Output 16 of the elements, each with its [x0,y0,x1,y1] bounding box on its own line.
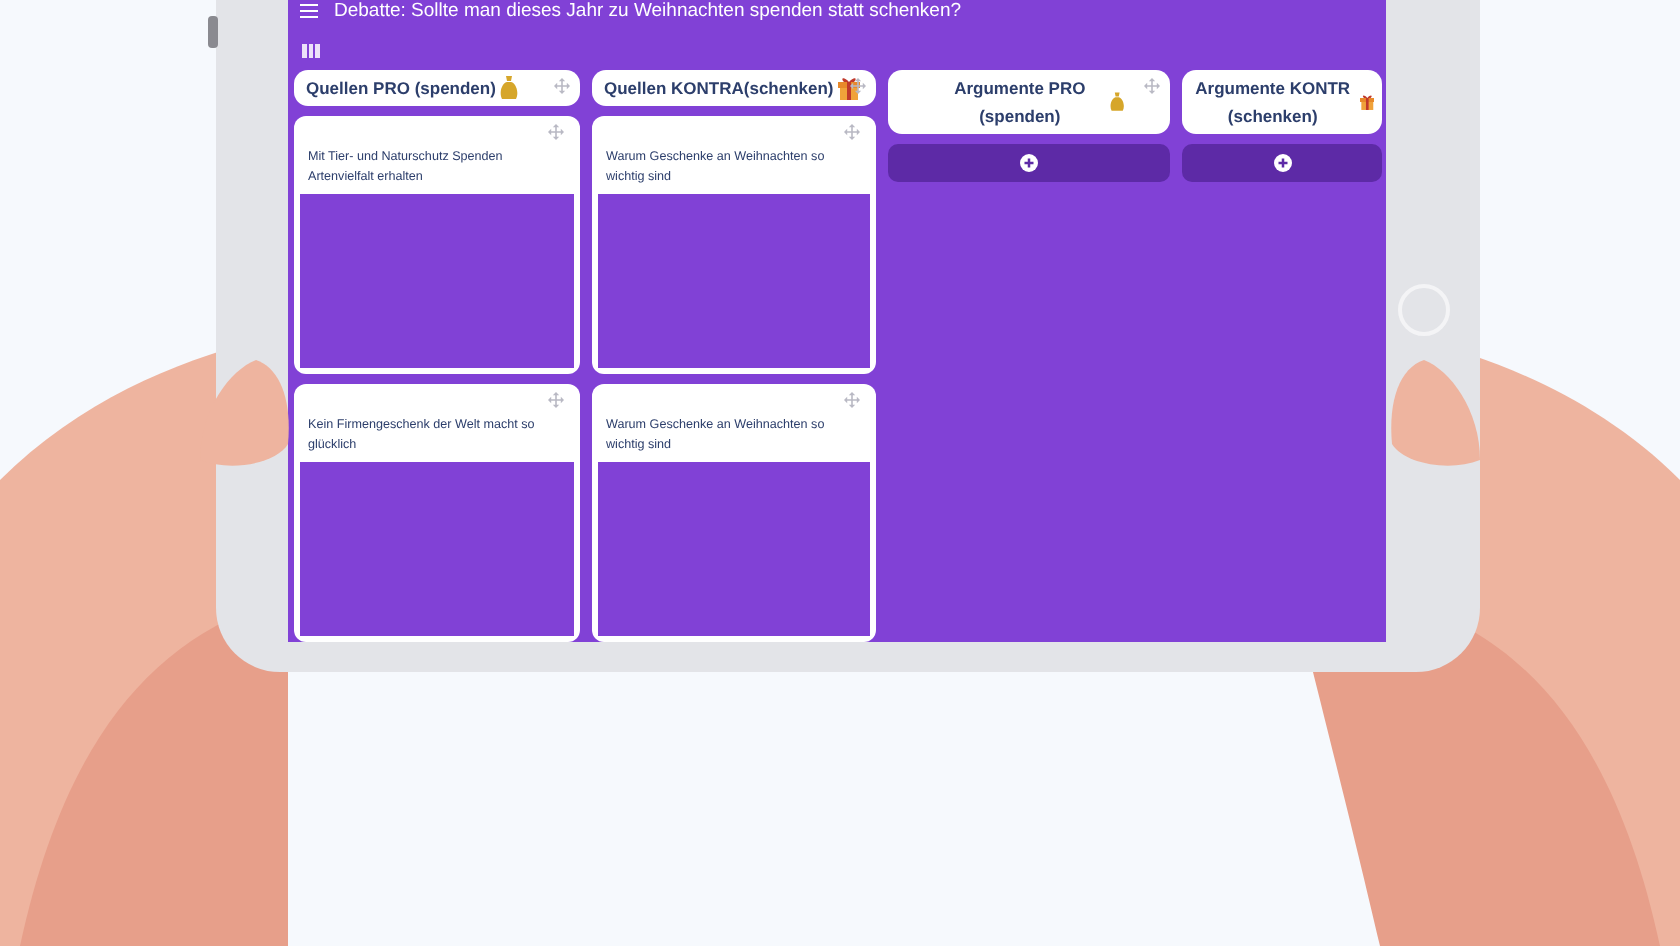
plus-icon [1020,154,1038,172]
menu-icon[interactable] [300,4,318,19]
right-thumb-drawing [1388,360,1480,472]
column-title: Quellen PRO (spenden) [306,76,496,102]
plus-icon [1273,154,1291,172]
gift-icon [1359,90,1374,114]
board-title: Debatte: Sollte man dieses Jahr zu Weihnachten spenden statt schenken? [334,0,962,23]
money-bag-icon [1110,90,1125,114]
add-card-button[interactable] [1182,144,1382,182]
column-title: Quellen KONTRA(schenken) [604,76,834,102]
money-bag-icon [499,76,518,100]
column-title: Argumente KONTR (schenken) [1193,76,1353,130]
column-title: Argumente PRO (spenden) [952,76,1088,130]
board-icon[interactable] [302,44,320,59]
move-icon[interactable] [850,78,866,94]
add-card-button[interactable] [888,144,1170,182]
